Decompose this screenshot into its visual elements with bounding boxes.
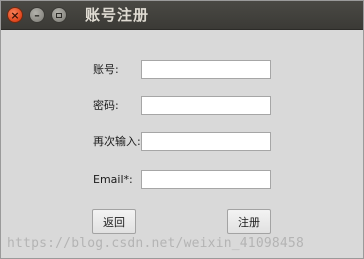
email-input[interactable] [141,170,271,189]
register-button[interactable]: 注册 [227,209,271,234]
account-input[interactable] [141,60,271,79]
form-panel: 账号: 密码: 再次输入: Email*: 返回 注册 https://blog… [1,30,363,258]
back-button[interactable]: 返回 [92,209,136,234]
password-input[interactable] [141,96,271,115]
maximize-square-icon [56,12,62,18]
password-label: 密码: [93,99,119,112]
email-label: Email*: [93,173,133,186]
window-title: 账号注册 [85,6,150,24]
register-window: × – 账号注册 账号: 密码: 再次输入: Email*: 返回 注册 htt… [0,0,364,259]
title-bar[interactable]: × – 账号注册 [1,1,363,30]
maximize-icon[interactable] [51,7,67,23]
account-label: 账号: [93,63,119,76]
minimize-icon[interactable]: – [29,7,45,23]
close-icon[interactable]: × [7,7,23,23]
confirm-password-input[interactable] [141,132,271,151]
confirm-password-label: 再次输入: [93,135,141,148]
watermark-text: https://blog.csdn.net/weixin_41098458 [7,236,304,251]
